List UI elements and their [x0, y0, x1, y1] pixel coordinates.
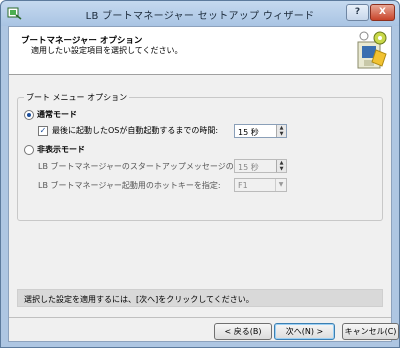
info-text: 選択した設定を適用するには、[次へ]をクリックしてください。 — [24, 295, 254, 304]
wizard-gear-disk-icon — [357, 31, 387, 69]
timeout-value: 15 秒 — [238, 128, 259, 137]
normal-mode-option[interactable]: 通常モード — [24, 109, 77, 120]
hidden-mode-label: 非表示モード — [37, 145, 85, 154]
boot-menu-options-group: ブート メニュー オプション 通常モード ✓ 最後に起動したOSが自動起動するま… — [17, 92, 383, 221]
spin-down-icon[interactable]: ▼ — [277, 131, 286, 137]
hotkey-row: LB ブートマネージャー起動用のホットキーを指定: — [38, 180, 221, 191]
spin-down-icon[interactable]: ▼ — [277, 166, 286, 172]
hidden-mode-radio[interactable] — [24, 144, 34, 155]
normal-mode-radio[interactable] — [24, 109, 34, 120]
timeout-option[interactable]: ✓ 最後に起動したOSが自動起動するまでの時間: — [38, 125, 218, 136]
timeout-stepper[interactable]: 15 秒 ▲ ▼ — [234, 124, 287, 138]
normal-mode-label: 通常モード — [37, 110, 77, 119]
startup-message-stepper-arrows[interactable]: ▲ ▼ — [276, 160, 286, 172]
wizard-client-area: ブートマネージャー オプション 適用したい設定項目を選択してください。 ブート … — [8, 26, 399, 342]
page-subtitle: 適用したい設定項目を選択してください。 — [31, 46, 183, 55]
hotkey-value: F1 — [238, 181, 248, 190]
hotkey-select[interactable]: F1 ▼ — [234, 178, 287, 192]
next-button[interactable]: 次へ(N) > — [274, 323, 335, 340]
wizard-window: LB ブートマネージャー セットアップ ウィザード ? X ブートマネージャー … — [0, 0, 400, 348]
close-button[interactable]: X — [370, 4, 395, 21]
startup-message-value: 15 秒 — [238, 163, 259, 172]
timeout-label: 最後に起動したOSが自動起動するまでの時間: — [52, 126, 219, 135]
window-title: LB ブートマネージャー セットアップ ウィザード — [85, 11, 315, 22]
hidden-mode-option[interactable]: 非表示モード — [24, 144, 85, 155]
timeout-stepper-arrows[interactable]: ▲ ▼ — [276, 125, 286, 137]
cancel-button[interactable]: キャンセル(C) — [342, 323, 399, 340]
hotkey-label: LB ブートマネージャー起動用のホットキーを指定: — [38, 181, 221, 190]
group-label: ブート メニュー オプション — [24, 92, 130, 103]
help-button[interactable]: ? — [346, 4, 369, 21]
chevron-down-icon[interactable]: ▼ — [275, 179, 286, 191]
startup-message-stepper[interactable]: 15 秒 ▲ ▼ — [234, 159, 287, 173]
info-bar: 選択した設定を適用するには、[次へ]をクリックしてください。 — [17, 289, 383, 307]
wizard-header: ブートマネージャー オプション 適用したい設定項目を選択してください。 — [9, 27, 391, 75]
timeout-checkbox[interactable]: ✓ — [38, 125, 48, 136]
back-button[interactable]: < 戻る(B) — [214, 323, 272, 340]
title-bar[interactable]: LB ブートマネージャー セットアップ ウィザード ? X — [1, 1, 399, 26]
button-separator — [9, 317, 391, 318]
